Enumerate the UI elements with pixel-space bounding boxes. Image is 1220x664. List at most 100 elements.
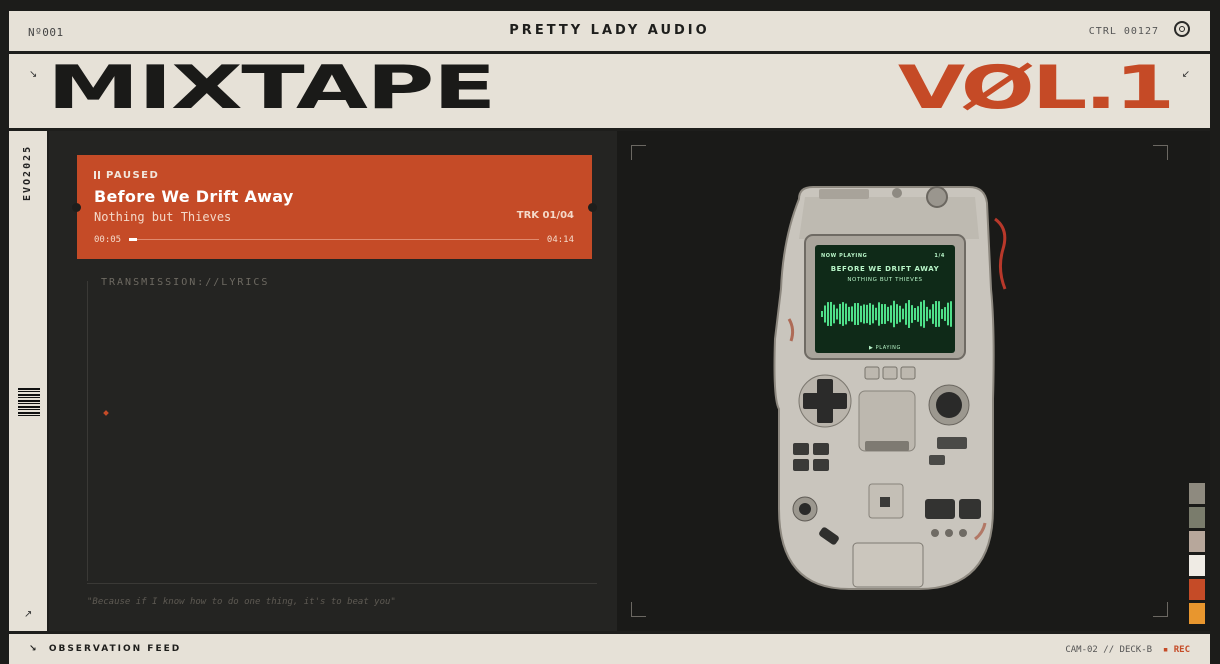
sidebar-label: EVO2025 bbox=[22, 144, 33, 201]
waveform-bar bbox=[860, 305, 862, 323]
barcode-icon bbox=[18, 388, 40, 418]
waveform-bar bbox=[839, 303, 841, 325]
waveform-bar bbox=[938, 301, 940, 327]
frame-corner bbox=[631, 602, 646, 617]
waveform-bar bbox=[830, 301, 832, 327]
rec-indicator: ▪ REC bbox=[1162, 645, 1190, 655]
screen-counter: 1/4 bbox=[934, 253, 945, 259]
waveform-bar bbox=[836, 308, 838, 320]
volume-title: VØL.1 bbox=[897, 53, 1175, 123]
screen-artist: NOTHING BUT THIEVES bbox=[847, 277, 922, 283]
waveform-bar bbox=[884, 304, 886, 324]
waveform-bar bbox=[950, 301, 952, 327]
lyrics-gutter bbox=[87, 281, 88, 581]
card-hole-icon bbox=[588, 203, 597, 212]
screen-footer: ▶ PLAYING bbox=[869, 345, 901, 351]
main-area: PAUSED Before We Drift Away Nothing but … bbox=[49, 131, 1210, 631]
waveform-bar bbox=[851, 306, 853, 322]
waveform-bar bbox=[923, 300, 925, 328]
progress-bar[interactable] bbox=[129, 238, 539, 241]
color-swatch[interactable] bbox=[1189, 555, 1205, 576]
waveform-bar bbox=[842, 302, 844, 326]
color-swatch[interactable] bbox=[1189, 531, 1205, 552]
time-current: 00:05 bbox=[94, 235, 122, 245]
lyrics-heading: TRANSMISSION://LYRICS bbox=[101, 277, 270, 288]
waveform-bar bbox=[827, 302, 829, 326]
waveform-bar bbox=[935, 301, 937, 327]
playback-status: PAUSED bbox=[94, 170, 159, 181]
frame-corner bbox=[1153, 602, 1168, 617]
card-hole-icon bbox=[72, 203, 81, 212]
expand-arrow-icon[interactable]: ↗ bbox=[24, 609, 32, 620]
frame-corner bbox=[631, 145, 646, 160]
waveform-bar bbox=[824, 305, 826, 323]
screen-song: BEFORE WE DRIFT AWAY bbox=[831, 265, 940, 273]
app-frame: Nº001 PRETTY LADY AUDIO CTRL 00127 ↘ MIX… bbox=[9, 11, 1210, 664]
waveform-bar bbox=[932, 304, 934, 324]
waveform-bar bbox=[848, 306, 850, 322]
corner-arrow-icon: ↙ bbox=[1181, 69, 1190, 80]
waveform-bar bbox=[881, 304, 883, 324]
waveform-bar bbox=[929, 309, 931, 319]
waveform-bar bbox=[908, 300, 910, 328]
handheld-device-render[interactable]: NOW PLAYING 1/4 BEFORE WE DRIFT AWAY NOT… bbox=[769, 179, 1029, 599]
color-swatches bbox=[1189, 483, 1205, 627]
camera-label: CAM-02 // DECK-B bbox=[1065, 645, 1153, 655]
control-knob-icon[interactable] bbox=[1174, 21, 1190, 37]
lyrics-panel: PAUSED Before We Drift Away Nothing but … bbox=[49, 131, 617, 631]
lyric-quote: "Because if I know how to do one thing, … bbox=[87, 597, 396, 607]
color-swatch[interactable] bbox=[1189, 507, 1205, 528]
title-bar: ↘ MIXTAPE VØL.1 ↙ bbox=[9, 53, 1210, 128]
waveform-bar bbox=[944, 307, 946, 321]
waveform-bar bbox=[914, 307, 916, 321]
camera-info: CAM-02 // DECK-B ▪ REC bbox=[1065, 645, 1190, 655]
track-counter: TRK 01/04 bbox=[516, 210, 574, 221]
waveform-bar bbox=[920, 301, 922, 327]
waveform-bar bbox=[854, 303, 856, 325]
waveform-bar bbox=[902, 308, 904, 320]
color-swatch[interactable] bbox=[1189, 603, 1205, 624]
waveform-bar bbox=[869, 303, 871, 325]
waveform-bar bbox=[887, 306, 889, 322]
waveform-bar bbox=[866, 304, 868, 324]
screen-label: NOW PLAYING bbox=[821, 253, 867, 259]
frame-corner bbox=[1153, 145, 1168, 160]
top-bar: Nº001 PRETTY LADY AUDIO CTRL 00127 bbox=[9, 11, 1210, 51]
status-label: PAUSED bbox=[106, 170, 160, 181]
now-playing-card[interactable]: PAUSED Before We Drift Away Nothing but … bbox=[72, 155, 597, 259]
pause-icon bbox=[94, 171, 96, 179]
page-title: MIXTAPE bbox=[47, 53, 496, 123]
progress-fill bbox=[129, 238, 138, 241]
waveform-bar bbox=[896, 304, 898, 324]
waveform-bar bbox=[872, 304, 874, 324]
color-swatch[interactable] bbox=[1189, 483, 1205, 504]
waveform-bar bbox=[890, 305, 892, 323]
time-total: 04:14 bbox=[546, 235, 574, 245]
waveform-bar bbox=[905, 303, 907, 325]
waveform-bar bbox=[875, 307, 877, 321]
waveform-bar bbox=[821, 311, 823, 317]
ctrl-code: CTRL 00127 bbox=[1088, 26, 1159, 37]
corner-arrow-icon: ↘ bbox=[29, 69, 38, 80]
left-sidebar: EVO2025 ↗ bbox=[9, 131, 49, 631]
song-title: Before We Drift Away bbox=[94, 187, 294, 206]
device-viewport: NOW PLAYING 1/4 BEFORE WE DRIFT AWAY NOT… bbox=[617, 131, 1210, 631]
artist-name: Nothing but Thieves bbox=[94, 210, 232, 224]
bottom-bar: ↘ OBSERVATION FEED CAM-02 // DECK-B ▪ RE… bbox=[9, 631, 1210, 664]
waveform-bar bbox=[863, 304, 865, 324]
waveform-bar bbox=[893, 300, 895, 328]
waveform-bar bbox=[911, 305, 913, 323]
waveform-bar bbox=[941, 309, 943, 319]
waveform-bar bbox=[878, 302, 880, 326]
feed-label: ↘ OBSERVATION FEED bbox=[29, 644, 182, 654]
waveform-bar bbox=[857, 303, 859, 325]
lyric-marker-icon bbox=[103, 410, 109, 416]
waveform-bar bbox=[947, 302, 949, 326]
color-swatch[interactable] bbox=[1189, 579, 1205, 600]
waveform-bar bbox=[899, 305, 901, 323]
divider bbox=[87, 583, 597, 584]
brand-title: PRETTY LADY AUDIO bbox=[509, 23, 710, 38]
waveform-bar bbox=[926, 306, 928, 322]
waveform-bar bbox=[833, 304, 835, 324]
waveform-bar bbox=[845, 303, 847, 325]
